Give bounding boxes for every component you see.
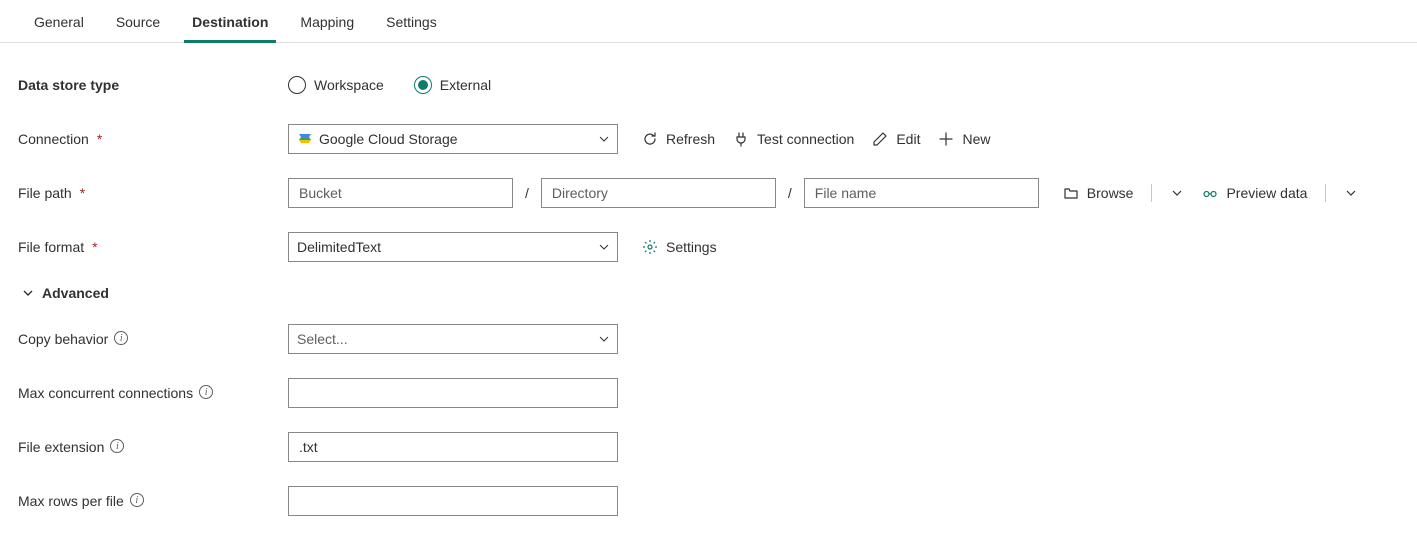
placeholder-text: Select...: [297, 331, 348, 347]
tab-settings[interactable]: Settings: [370, 0, 453, 42]
info-icon[interactable]: [114, 331, 128, 345]
label-connection: Connection *: [18, 131, 288, 147]
row-file-extension: File extension: [18, 431, 1399, 463]
chevron-down-icon: [599, 134, 609, 144]
pencil-icon: [872, 131, 888, 147]
max-rows-field[interactable]: [297, 492, 609, 510]
refresh-icon: [642, 131, 658, 147]
connection-value: Google Cloud Storage: [319, 131, 458, 147]
action-label: Preview data: [1226, 185, 1307, 201]
tab-general[interactable]: General: [18, 0, 100, 42]
destination-form: Data store type Workspace External Conne…: [0, 43, 1417, 537]
tab-source[interactable]: Source: [100, 0, 176, 42]
label-text: File format: [18, 239, 84, 255]
plug-icon: [733, 131, 749, 147]
info-icon[interactable]: [199, 385, 213, 399]
file-extension-input[interactable]: [288, 432, 618, 462]
required-asterisk: *: [80, 185, 85, 201]
row-max-concurrent: Max concurrent connections: [18, 377, 1399, 409]
label-text: Copy behavior: [18, 331, 108, 347]
file-format-value: DelimitedText: [297, 239, 381, 255]
advanced-label: Advanced: [42, 285, 109, 301]
required-asterisk: *: [97, 131, 102, 147]
action-label: Settings: [666, 239, 717, 255]
chevron-down-icon: [599, 334, 609, 344]
required-asterisk: *: [92, 239, 97, 255]
label-text: Data store type: [18, 77, 119, 93]
row-copy-behavior: Copy behavior Select...: [18, 323, 1399, 355]
radio-label: Workspace: [314, 77, 384, 93]
chevron-down-icon: [1344, 186, 1358, 200]
chevron-down-icon: [1170, 186, 1184, 200]
browse-more-button[interactable]: [1170, 186, 1184, 200]
info-icon[interactable]: [130, 493, 144, 507]
file-extension-field[interactable]: [297, 438, 609, 456]
gear-icon: [642, 239, 658, 255]
directory-field[interactable]: [550, 184, 767, 202]
label-text: Max concurrent connections: [18, 385, 193, 401]
refresh-button[interactable]: Refresh: [642, 131, 715, 147]
radio-circle-icon: [288, 76, 306, 94]
filename-field[interactable]: [813, 184, 1030, 202]
max-concurrent-input[interactable]: [288, 378, 618, 408]
separator: [1151, 184, 1152, 202]
radio-external[interactable]: External: [414, 76, 491, 94]
advanced-toggle[interactable]: Advanced: [18, 285, 1399, 301]
filename-input[interactable]: [804, 178, 1039, 208]
radio-label: External: [440, 77, 491, 93]
test-connection-button[interactable]: Test connection: [733, 131, 854, 147]
copy-behavior-select[interactable]: Select...: [288, 324, 618, 354]
max-concurrent-field[interactable]: [297, 384, 609, 402]
label-text: Connection: [18, 131, 89, 147]
label-text: File path: [18, 185, 72, 201]
label-data-store-type: Data store type: [18, 77, 288, 93]
preview-more-button[interactable]: [1344, 186, 1358, 200]
bucket-input[interactable]: [288, 178, 513, 208]
row-connection: Connection * Google Cloud Storage Refres…: [18, 123, 1399, 155]
action-label: Test connection: [757, 131, 854, 147]
label-copy-behavior: Copy behavior: [18, 331, 288, 347]
connection-select[interactable]: Google Cloud Storage: [288, 124, 618, 154]
plus-icon: [938, 131, 954, 147]
row-max-rows: Max rows per file: [18, 485, 1399, 517]
file-format-select[interactable]: DelimitedText: [288, 232, 618, 262]
row-file-format: File format * DelimitedText Settings: [18, 231, 1399, 263]
radio-circle-icon: [414, 76, 432, 94]
action-label: New: [962, 131, 990, 147]
path-separator: /: [523, 185, 531, 201]
glasses-icon: [1202, 185, 1218, 201]
directory-input[interactable]: [541, 178, 776, 208]
action-label: Refresh: [666, 131, 715, 147]
label-file-extension: File extension: [18, 439, 288, 455]
radio-workspace[interactable]: Workspace: [288, 76, 384, 94]
tab-mapping[interactable]: Mapping: [284, 0, 370, 42]
browse-button[interactable]: Browse: [1063, 185, 1134, 201]
label-max-concurrent: Max concurrent connections: [18, 385, 288, 401]
row-data-store-type: Data store type Workspace External: [18, 69, 1399, 101]
max-rows-input[interactable]: [288, 486, 618, 516]
tab-bar: General Source Destination Mapping Setti…: [0, 0, 1417, 43]
label-file-path: File path *: [18, 185, 288, 201]
path-separator: /: [786, 185, 794, 201]
label-file-format: File format *: [18, 239, 288, 255]
chevron-down-icon: [599, 242, 609, 252]
format-settings-button[interactable]: Settings: [642, 239, 717, 255]
label-max-rows: Max rows per file: [18, 493, 288, 509]
new-button[interactable]: New: [938, 131, 990, 147]
label-text: File extension: [18, 439, 104, 455]
label-text: Max rows per file: [18, 493, 124, 509]
preview-data-button[interactable]: Preview data: [1202, 185, 1307, 201]
info-icon[interactable]: [110, 439, 124, 453]
action-label: Edit: [896, 131, 920, 147]
bucket-field[interactable]: [297, 184, 504, 202]
edit-button[interactable]: Edit: [872, 131, 920, 147]
action-label: Browse: [1087, 185, 1134, 201]
row-file-path: File path * / / Browse: [18, 177, 1399, 209]
folder-icon: [1063, 185, 1079, 201]
tab-destination[interactable]: Destination: [176, 0, 284, 42]
separator: [1325, 184, 1326, 202]
gcs-icon: [297, 131, 313, 147]
chevron-down-icon: [22, 287, 34, 299]
